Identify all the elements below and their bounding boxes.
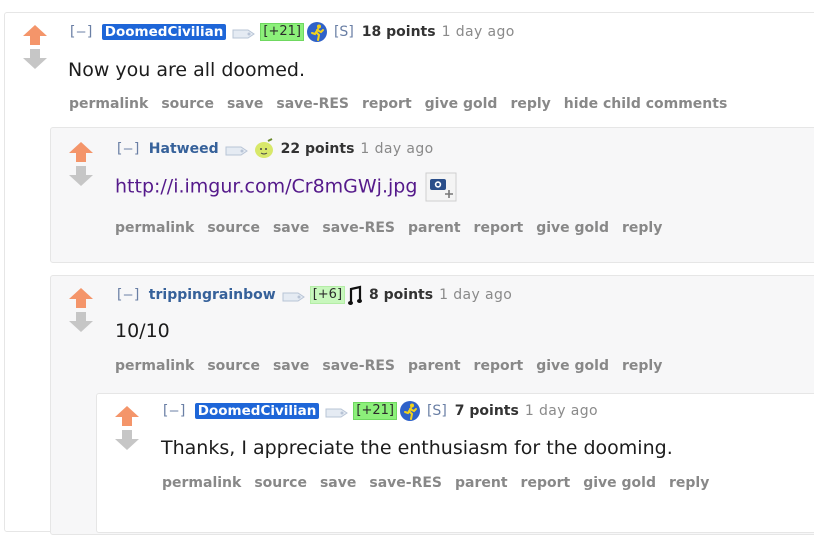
lemon-face-icon [253, 138, 275, 160]
comment-body: Thanks, I appreciate the enthusiasm for … [161, 437, 673, 459]
comment-action-bar: permalink source save save-RES parent report g… [115, 356, 675, 376]
save-res-button[interactable]: save-RES [322, 358, 395, 374]
save-res-button[interactable]: save-RES [276, 96, 349, 112]
reply-button[interactable]: reply [622, 220, 662, 236]
reply-button[interactable]: reply [622, 358, 662, 374]
reply-button[interactable]: reply [510, 96, 550, 112]
source-button[interactable]: source [254, 475, 307, 491]
report-button[interactable]: report [362, 96, 412, 112]
music-note-icon [347, 284, 363, 306]
permalink-button[interactable]: permalink [115, 358, 194, 374]
vote-column [68, 141, 96, 189]
comment-time: 1 day ago [360, 141, 434, 157]
save-button[interactable]: save [273, 220, 309, 236]
parent-button[interactable]: parent [408, 220, 461, 236]
comment-body: Now you are all doomed. [68, 59, 305, 81]
author-link[interactable]: Hatweed [149, 141, 219, 157]
upvote-arrow-icon[interactable] [68, 287, 96, 309]
comment-action-bar: permalink source save save-RES report give go… [69, 94, 740, 114]
image-expand-icon[interactable] [425, 172, 457, 202]
comment-tagline: [–] DoomedCivilian [+21] [S] 18 points 1 day … [68, 21, 515, 43]
save-button[interactable]: save [227, 96, 263, 112]
vote-column [68, 287, 96, 335]
collapse-toggle[interactable]: [–] [161, 403, 188, 419]
blue-runner-icon [399, 400, 421, 422]
permalink-button[interactable]: permalink [162, 475, 241, 491]
upvote-arrow-icon[interactable] [114, 405, 142, 427]
comment-body: http://i.imgur.com/Cr8mGWj.jpg [115, 172, 457, 202]
reply-button[interactable]: reply [669, 475, 709, 491]
author-link[interactable]: DoomedCivilian [194, 403, 320, 419]
comment-tagline: [–] Hatweed 22 points 1 day ago [115, 138, 434, 158]
author-link[interactable]: trippingrainbow [149, 287, 276, 303]
save-button[interactable]: save [273, 358, 309, 374]
comment-score: 18 points [361, 24, 436, 40]
permalink-button[interactable]: permalink [69, 96, 148, 112]
save-res-button[interactable]: save-RES [369, 475, 442, 491]
submitter-tag[interactable]: [S] [334, 24, 354, 40]
parent-button[interactable]: parent [455, 475, 508, 491]
report-button[interactable]: report [474, 220, 524, 236]
give-gold-button[interactable]: give gold [425, 96, 498, 112]
upvote-arrow-icon[interactable] [68, 141, 96, 163]
downvote-arrow-icon[interactable] [68, 165, 96, 187]
save-res-button[interactable]: save-RES [322, 220, 395, 236]
blue-runner-icon [306, 21, 328, 43]
collapse-toggle[interactable]: [–] [115, 287, 142, 303]
karma-badge: [+21] [260, 23, 304, 41]
comment-tagline: [–] trippingrainbow [+6] 8 points 1 day ago [115, 284, 513, 306]
karma-badge: [+6] [309, 286, 346, 304]
give-gold-button[interactable]: give gold [536, 220, 609, 236]
comment-tagline: [–] DoomedCivilian [+21] [S] 7 points 1 day a… [161, 400, 599, 422]
comment-score: 22 points [280, 141, 355, 157]
give-gold-button[interactable]: give gold [583, 475, 656, 491]
author-link[interactable]: DoomedCivilian [101, 24, 227, 40]
user-tag-icon[interactable] [282, 289, 306, 302]
user-tag-icon[interactable] [325, 405, 349, 418]
give-gold-button[interactable]: give gold [536, 358, 609, 374]
permalink-button[interactable]: permalink [115, 220, 194, 236]
report-button[interactable]: report [521, 475, 571, 491]
comment-action-bar: permalink source save save-RES parent report g… [162, 473, 722, 493]
karma-badge: [+21] [353, 402, 397, 420]
downvote-arrow-icon[interactable] [68, 311, 96, 333]
source-button[interactable]: source [207, 220, 260, 236]
save-button[interactable]: save [320, 475, 356, 491]
comment-time: 1 day ago [524, 403, 599, 419]
image-link[interactable]: http://i.imgur.com/Cr8mGWj.jpg [115, 176, 417, 198]
downvote-arrow-icon[interactable] [22, 48, 50, 70]
downvote-arrow-icon[interactable] [114, 429, 142, 451]
user-tag-icon[interactable] [232, 26, 256, 39]
comment-score: 8 points [369, 287, 434, 303]
report-button[interactable]: report [474, 358, 524, 374]
submitter-tag[interactable]: [S] [427, 403, 447, 419]
source-button[interactable]: source [207, 358, 260, 374]
vote-column [22, 24, 50, 72]
comment-action-bar: permalink source save save-RES parent report g… [115, 218, 675, 238]
comment-time: 1 day ago [439, 287, 513, 303]
user-tag-icon[interactable] [225, 143, 249, 156]
collapse-toggle[interactable]: [–] [68, 24, 95, 40]
upvote-arrow-icon[interactable] [22, 24, 50, 46]
hide-child-comments-button[interactable]: hide child comments [564, 96, 728, 112]
collapse-toggle[interactable]: [–] [115, 141, 142, 157]
source-button[interactable]: source [161, 96, 214, 112]
comment-body: 10/10 [115, 320, 170, 342]
comment-score: 7 points [454, 403, 519, 419]
vote-column [114, 405, 142, 453]
parent-button[interactable]: parent [408, 358, 461, 374]
comment-time: 1 day ago [441, 24, 515, 40]
